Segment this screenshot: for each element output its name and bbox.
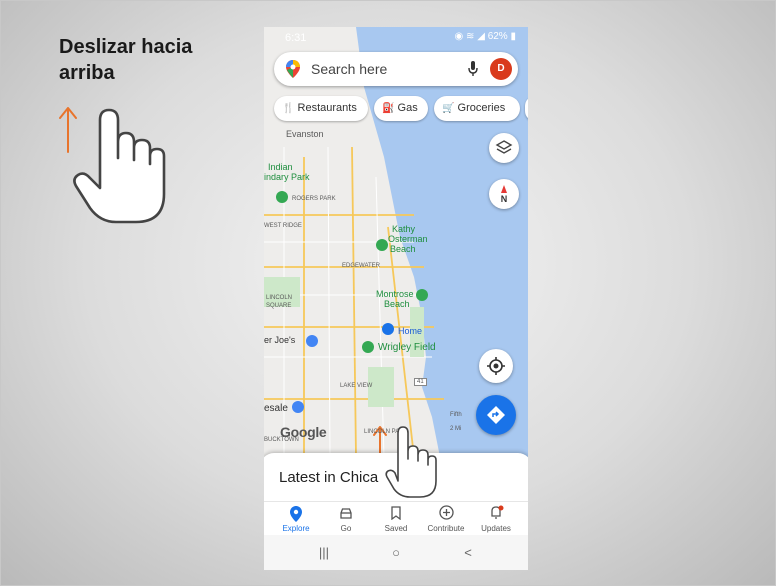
nav-contribute[interactable]: Contribute — [420, 502, 472, 536]
map-label-lincoln-square: LINCOLN — [266, 295, 293, 301]
chip-gas[interactable]: ⛽ Gas — [374, 96, 428, 121]
map-label-evanston: Evanston — [286, 129, 324, 139]
swipe-up-arrow-icon — [59, 107, 77, 153]
map-label-home: Home — [398, 326, 423, 336]
status-bar: 6:31 ◉ ≋ ◢ 62% ▮ — [264, 27, 528, 49]
map-label-rogers-park: ROGERS PARK — [292, 196, 336, 202]
plus-circle-icon — [439, 505, 454, 520]
bottom-navigation: Explore Go Saved Contribute Updates — [264, 501, 528, 536]
map-label-indian-park: indary Park — [264, 172, 310, 182]
swipe-up-hand-icon — [59, 107, 166, 224]
map-label-indian: Indian — [268, 162, 293, 172]
bell-icon — [491, 505, 504, 519]
recent-apps-button[interactable]: ||| — [314, 544, 334, 562]
swipe-hand-icon — [385, 426, 437, 498]
layers-button[interactable] — [489, 133, 519, 163]
highway-shield: 41 — [414, 378, 427, 386]
map-label-edgewater: EDGEWATER — [342, 263, 381, 269]
my-location-button[interactable] — [479, 349, 513, 383]
sheet-title: Latest in Chica — [279, 469, 379, 486]
car-icon — [340, 508, 352, 519]
map-label-kathy: Kathy — [392, 224, 416, 234]
system-navigation-bar: ||| ○ < — [264, 535, 528, 570]
chip-groceries[interactable]: 🛒 Groceries — [434, 96, 520, 121]
map-label-montrose-beach: Beach — [384, 299, 410, 309]
status-time: 6:31 — [285, 32, 307, 44]
battery-icon: ▮ — [510, 31, 516, 42]
compass-icon: N — [501, 185, 508, 204]
svg-text:N: N — [501, 194, 508, 204]
cart-icon: 🛒 — [442, 103, 455, 114]
battery-percent: 62% — [487, 31, 508, 42]
search-bar[interactable]: Search here D — [274, 52, 518, 86]
nav-explore[interactable]: Explore — [270, 502, 322, 536]
scale-label-b: 2 Mi — [450, 426, 462, 432]
location-status-icon: ◉ — [454, 31, 464, 42]
scale-label-a: Fifth — [450, 412, 462, 418]
compass-button[interactable]: N — [489, 179, 519, 209]
instruction-text: Deslizar hacia arriba — [59, 36, 193, 84]
bookmark-icon — [391, 506, 401, 520]
map-label-esale: esale — [264, 403, 288, 414]
map-label-wrigley-field: Wrigley Field — [378, 342, 436, 353]
phone-screen: Evanston Indian indary Park ROGERS PARK … — [264, 27, 528, 570]
home-button[interactable]: ○ — [386, 544, 406, 562]
map-label-joes: er Joe's — [264, 335, 296, 345]
search-input[interactable]: Search here — [311, 61, 387, 77]
map-label-osterman: Osterman — [388, 234, 428, 244]
chip-restaurants[interactable]: 🍴 Restaurants — [274, 96, 368, 121]
maps-pin-logo-icon — [286, 60, 300, 78]
my-location-icon — [487, 357, 505, 375]
directions-button[interactable] — [476, 395, 516, 435]
nav-updates[interactable]: Updates — [470, 502, 522, 536]
map-label-square: SQUARE — [266, 303, 292, 309]
directions-icon — [487, 406, 505, 424]
map-label-beach: Beach — [390, 244, 416, 254]
nav-saved[interactable]: Saved — [370, 502, 422, 536]
location-pin-icon — [290, 506, 302, 522]
map-label-west-ridge: WEST RIDGE — [264, 223, 302, 229]
status-icons: ◉ ≋ ◢ 62% ▮ — [455, 31, 516, 42]
wifi-icon: ≋ — [466, 31, 475, 42]
map-label-montrose: Montrose — [376, 289, 414, 299]
signal-icon: ◢ — [477, 31, 485, 42]
layers-icon — [495, 140, 513, 154]
nav-go[interactable]: Go — [320, 502, 372, 536]
microphone-icon[interactable] — [468, 61, 478, 77]
avatar[interactable]: D — [490, 58, 512, 80]
map-label-lake-view: LAKE VIEW — [340, 383, 373, 389]
gas-pump-icon: ⛽ — [382, 103, 395, 114]
back-button[interactable]: < — [458, 544, 478, 562]
fork-knife-icon: 🍴 — [282, 103, 295, 114]
google-logo: Google — [280, 424, 327, 440]
